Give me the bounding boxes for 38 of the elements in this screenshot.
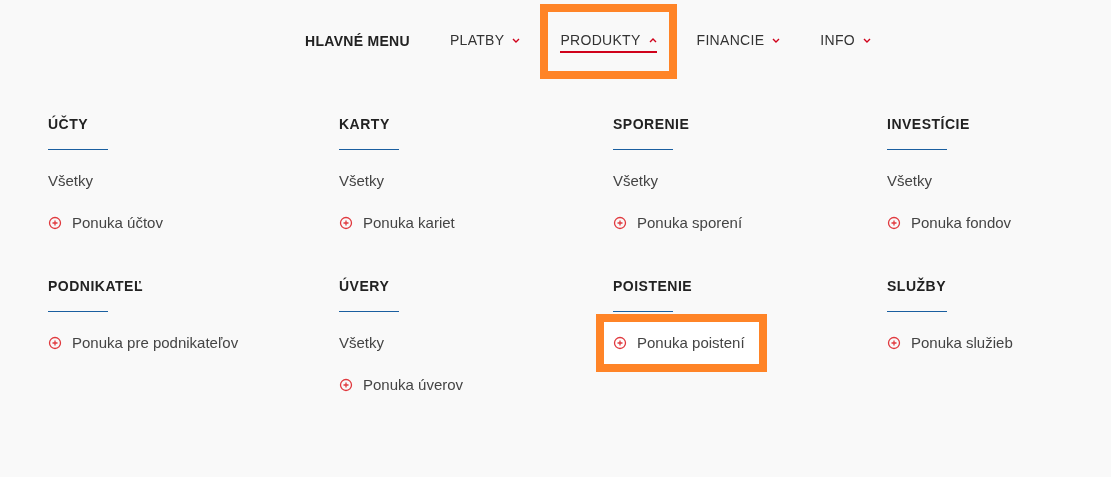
section-heading: INVESTÍCIE — [887, 115, 970, 134]
section-heading: SPORENIE — [613, 115, 690, 134]
chevron-down-icon — [863, 36, 871, 44]
section-heading: PODNIKATEĽ — [48, 277, 143, 296]
offer-link[interactable]: Ponuka sporení — [613, 212, 743, 234]
plus-circle-icon — [613, 216, 627, 230]
chevron-down-icon — [772, 36, 781, 44]
plus-circle-icon — [887, 216, 901, 230]
plus-circle-icon — [339, 216, 353, 230]
all-link[interactable]: Všetky — [339, 170, 384, 192]
section-heading: SLUŽBY — [887, 276, 946, 296]
offer-link[interactable]: Ponuka poistení — [613, 332, 745, 354]
section-heading: KARTY — [339, 115, 390, 134]
offer-link[interactable]: Ponuka fondov — [887, 212, 1012, 234]
menu-title: HLAVNÉ MENU — [305, 31, 410, 51]
section-heading: ÚČTY — [48, 114, 89, 134]
offer-link[interactable]: Ponuka kariet — [339, 212, 455, 234]
plus-circle-icon — [887, 336, 901, 350]
all-link[interactable]: Všetky — [339, 332, 384, 354]
chevron-down-icon — [512, 36, 521, 44]
section-heading: ÚVERY — [339, 276, 390, 296]
nav-tab[interactable]: INFO — [820, 29, 871, 53]
chevron-up-icon — [648, 36, 657, 44]
plus-circle-icon — [613, 336, 627, 350]
nav-tab[interactable]: FINANCIE — [696, 29, 781, 53]
all-link[interactable]: Všetky — [887, 170, 932, 192]
offer-link[interactable]: Ponuka pre podnikateľov — [48, 332, 239, 354]
offer-link[interactable]: Ponuka účtov — [48, 212, 163, 234]
plus-circle-icon — [48, 216, 62, 230]
offer-link[interactable]: Ponuka úverov — [339, 374, 464, 396]
section-heading: POISTENIE — [613, 277, 693, 296]
plus-circle-icon — [339, 378, 353, 392]
plus-circle-icon — [48, 336, 62, 350]
offer-link[interactable]: Ponuka služieb — [887, 332, 1013, 354]
nav-tab[interactable]: PLATBY — [449, 29, 521, 53]
all-link[interactable]: Všetky — [613, 170, 658, 192]
all-link[interactable]: Všetky — [48, 170, 93, 192]
nav-tab[interactable]: PRODUKTY — [560, 29, 657, 53]
